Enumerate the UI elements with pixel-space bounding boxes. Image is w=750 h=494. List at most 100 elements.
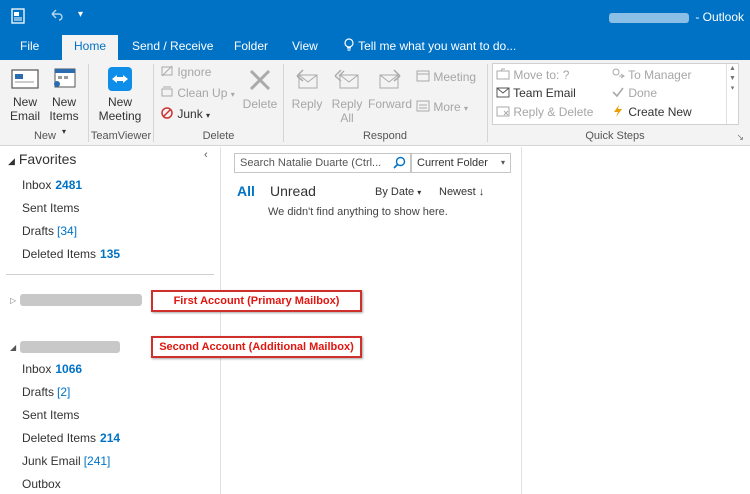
favorites-divider	[6, 274, 214, 275]
account-2-inbox[interactable]: Inbox 1066	[22, 359, 82, 379]
quick-steps-gallery: Move to: ? To Manager Team Email Done Re…	[492, 63, 739, 125]
unread-count: 1066	[55, 362, 83, 376]
account-2-drafts[interactable]: Drafts [2]	[22, 382, 70, 402]
lightning-icon	[611, 105, 625, 119]
quick-steps-scroll[interactable]: ▲ ▼ ▾	[726, 64, 738, 124]
ribbon-separator	[153, 64, 154, 142]
filter-all[interactable]: All	[237, 183, 255, 199]
folder-label: Drafts	[22, 385, 55, 399]
quick-step-create-new[interactable]: Create New	[611, 103, 692, 121]
favorites-header[interactable]: ◢ Favorites	[8, 151, 76, 167]
move-to-label: Move to: ?	[513, 68, 570, 82]
customize-qat-icon[interactable]: ▾	[78, 9, 83, 20]
junk-label: Junk	[177, 107, 203, 121]
clean-up-button[interactable]: Clean Up ▾	[160, 84, 235, 102]
group-label-new: New	[33, 130, 56, 142]
new-meeting-label-2: Meeting	[98, 109, 142, 123]
quick-step-reply-delete[interactable]: Reply & Delete	[496, 103, 593, 121]
meeting-icon	[416, 70, 430, 84]
ribbon-separator	[487, 64, 488, 142]
more-label: More	[433, 100, 461, 114]
delete-button[interactable]: Delete	[240, 66, 280, 111]
sort-order-toggle[interactable]: Newest ↓	[439, 186, 484, 198]
account-2-junk-email[interactable]: Junk Email [241]	[22, 451, 110, 471]
title-bar: ▾ - Outlook	[0, 0, 750, 35]
dropdown-arrow-icon: ▾	[206, 111, 211, 120]
folder-label: Sent Items	[22, 201, 80, 215]
more-respond-button[interactable]: More ▾	[416, 98, 468, 116]
search-input[interactable]: Search Natalie Duarte (Ctrl...	[234, 153, 411, 173]
junk-button[interactable]: Junk ▾	[160, 105, 210, 123]
dialog-launcher-icon[interactable]: ↘	[736, 132, 744, 143]
favorites-deleted-items[interactable]: Deleted Items 135	[22, 244, 120, 264]
team-email-label: Team Email	[513, 86, 576, 100]
new-meeting-label-1: New	[107, 95, 132, 109]
collapse-pane-icon[interactable]: ‹	[204, 149, 208, 161]
favorites-inbox[interactable]: Inbox 2481	[22, 175, 82, 195]
account-2-deleted-items[interactable]: Deleted Items 214	[22, 428, 120, 448]
tab-file[interactable]: File	[20, 35, 39, 60]
unread-count: 214	[100, 431, 121, 445]
account-2-outbox[interactable]: Outbox	[22, 474, 61, 494]
outlook-app-icon[interactable]	[10, 8, 26, 27]
ribbon: New Email New Items ▾ New New Meeting Te…	[0, 60, 750, 146]
new-items-label-2: Items	[49, 109, 79, 123]
search-icon[interactable]	[393, 156, 406, 175]
quick-step-done[interactable]: Done	[611, 84, 657, 102]
arrow-down-icon: ↓	[478, 186, 485, 198]
to-manager-label: To Manager	[628, 68, 692, 82]
new-items-label-1: New	[51, 95, 76, 109]
tab-send-receive[interactable]: Send / Receive	[132, 35, 213, 60]
account-2-header[interactable]: ◢	[10, 339, 120, 353]
reply-label: Reply	[291, 97, 323, 111]
ribbon-separator	[283, 64, 284, 142]
group-label-teamviewer: TeamViewer	[90, 130, 152, 142]
account-1-header[interactable]: ▷	[10, 292, 142, 306]
folder-pane: ‹ ◢ Favorites Inbox 2481 Sent Items Draft…	[0, 147, 221, 494]
new-email-button[interactable]: New Email	[8, 66, 42, 123]
quick-step-move-to[interactable]: Move to: ?	[496, 66, 569, 84]
reply-delete-label: Reply & Delete	[513, 105, 594, 119]
account-1-name-redacted	[19, 293, 142, 306]
reply-all-label-1: Reply	[331, 97, 363, 111]
new-email-label-2: Email	[9, 109, 40, 123]
filter-unread[interactable]: Unread	[270, 183, 316, 199]
reply-all-button[interactable]: Reply All	[328, 66, 366, 125]
clean-up-label: Clean Up	[177, 86, 228, 100]
tab-home[interactable]: Home	[62, 35, 119, 60]
sort-by-label: By Date	[375, 186, 415, 198]
tell-me-search[interactable]: Tell me what you want to do...	[343, 35, 516, 60]
folder-label: Sent Items	[22, 408, 80, 422]
group-label-quick-steps: Quick Steps	[585, 130, 645, 142]
calendar-people-icon	[49, 68, 79, 95]
more-icon	[416, 100, 430, 114]
new-items-button[interactable]: New Items ▾	[46, 66, 82, 139]
search-scope-dropdown[interactable]: Current Folder ▾	[411, 153, 511, 173]
tab-folder[interactable]: Folder	[234, 35, 268, 60]
undo-icon[interactable]	[48, 7, 64, 26]
ribbon-separator	[88, 64, 89, 142]
item-count: [241]	[83, 454, 111, 468]
reply-button[interactable]: Reply	[288, 66, 326, 111]
window-title: - Outlook	[609, 10, 744, 24]
sort-by-dropdown[interactable]: By Date ▾	[375, 186, 421, 198]
account-2-sent-items[interactable]: Sent Items	[22, 405, 79, 425]
new-meeting-button[interactable]: New Meeting	[96, 66, 144, 123]
ignore-button[interactable]: Ignore	[160, 63, 211, 81]
ribbon-tabs: File Home Send / Receive Folder View Tel…	[0, 35, 750, 60]
meeting-reply-button[interactable]: Meeting	[416, 68, 476, 86]
empty-state-message: We didn't find anything to show here.	[268, 206, 448, 218]
favorites-label: Favorites	[18, 151, 77, 167]
delete-label: Delete	[242, 97, 278, 111]
quick-step-to-manager[interactable]: To Manager	[611, 66, 692, 84]
item-count: [34]	[57, 224, 78, 238]
favorites-drafts[interactable]: Drafts [34]	[22, 221, 77, 241]
quick-step-team-email[interactable]: Team Email	[496, 84, 576, 102]
account-2-name-redacted	[19, 340, 120, 353]
forward-button[interactable]: Forward	[368, 66, 412, 111]
expanded-triangle-icon: ◢	[10, 343, 17, 352]
folder-label: Inbox	[22, 362, 52, 376]
favorites-sent-items[interactable]: Sent Items	[22, 198, 79, 218]
account-name-redacted	[609, 12, 690, 23]
tab-view[interactable]: View	[292, 35, 318, 60]
